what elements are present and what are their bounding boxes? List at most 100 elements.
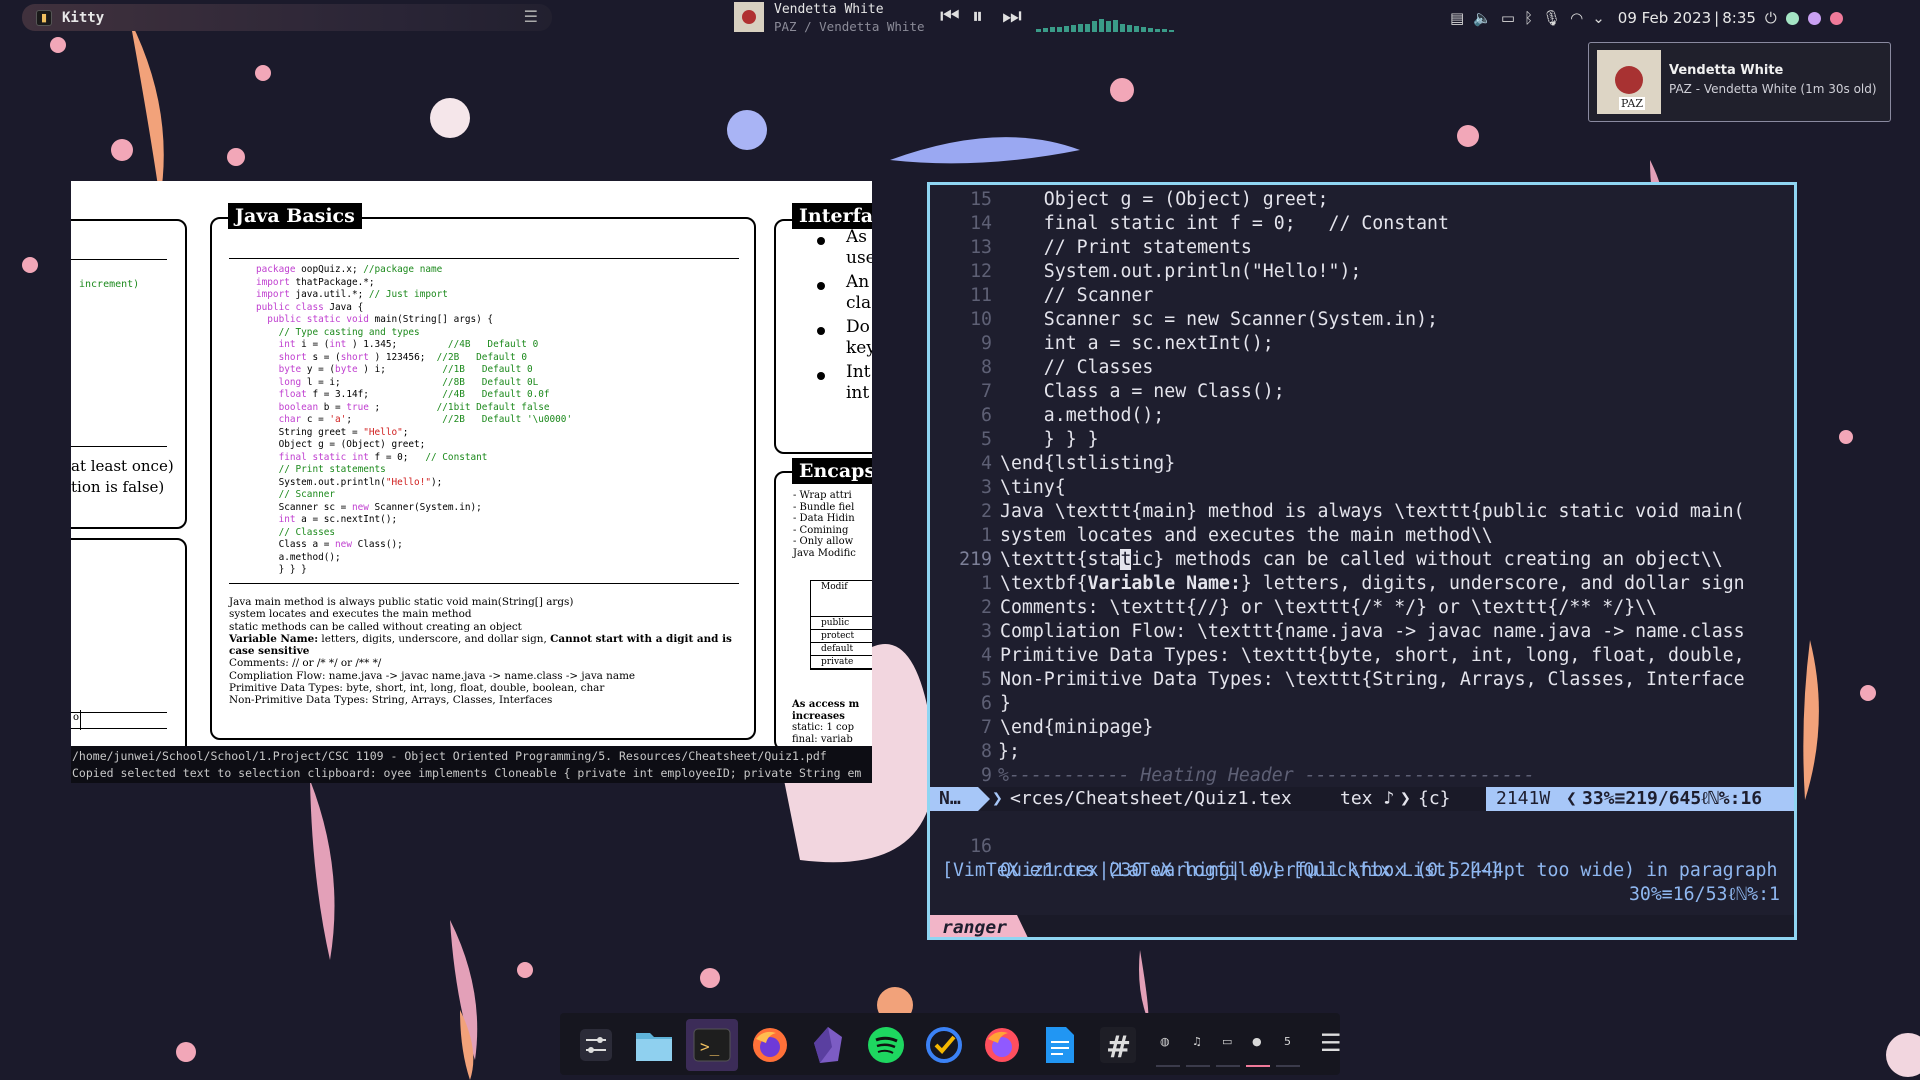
encaps-line: Java Modific <box>793 547 856 559</box>
battery-icon[interactable]: ▭ <box>1501 9 1515 27</box>
buffer-line[interactable]: system locates and executes the main met… <box>1000 524 1493 548</box>
kitty-tab-ranger[interactable]: ranger <box>930 915 1030 937</box>
buffer-line[interactable]: final static int f = 0; // Constant <box>1000 212 1449 236</box>
pdf-viewer-window[interactable]: increment) at least once) tion is false)… <box>71 181 872 783</box>
clipboard-icon[interactable]: ▤ <box>1450 9 1464 27</box>
workspace-1-globe-icon[interactable]: ◍ <box>1160 1035 1170 1048</box>
code-line: import java.util.*; // Just import <box>256 289 448 300</box>
bullet-dot <box>817 282 825 290</box>
buffer-line[interactable]: Class a = new Class(); <box>1000 380 1285 404</box>
obsidian-icon[interactable] <box>802 1019 854 1071</box>
buffer-line[interactable]: a.method(); <box>1000 404 1164 428</box>
buffer-line[interactable]: // Scanner <box>1000 284 1154 308</box>
todo-icon[interactable] <box>918 1019 970 1071</box>
buffer-line[interactable]: } <box>1000 692 1011 716</box>
table-cell: public <box>811 617 872 630</box>
buffer-line[interactable]: \end{minipage} <box>1000 716 1153 740</box>
spotify-icon[interactable] <box>860 1019 912 1071</box>
time-text[interactable]: 8:35 <box>1722 9 1756 27</box>
encaps-line: - Comining <box>793 524 849 536</box>
line-number: 6 <box>981 693 992 714</box>
left-fragment-text-2: tion is false) <box>71 478 165 496</box>
firefox-dev-icon[interactable] <box>976 1019 1028 1071</box>
menu-lines-icon[interactable]: ☰ <box>1320 1029 1342 1057</box>
notification-title: Vendetta White <box>1669 63 1784 78</box>
hamburger-menu-icon[interactable]: ☰ <box>524 7 538 26</box>
workspace-3-monitor-icon[interactable]: ▭ <box>1222 1035 1232 1048</box>
buffer-line[interactable]: Comments: \texttt{//} or \texttt{/* */} … <box>1000 596 1657 620</box>
buffer-line[interactable]: \textbf{Variable Name:} letters, digits,… <box>1000 572 1745 596</box>
para-line: system locates and executes the main met… <box>229 608 472 621</box>
workspace-2-music-icon[interactable]: ♫ <box>1192 1035 1202 1048</box>
kitty-terminal-window[interactable]: 15 Object g = (Object) greet; 14 final st… <box>927 182 1797 940</box>
pdf-status-message: Copied selected text to selection clipbo… <box>72 766 862 780</box>
quickfix-status-right: 30%≡16/53ℓℕ%:1 <box>1628 884 1780 905</box>
line-number: 9 <box>981 333 992 354</box>
date-text[interactable]: 09 Feb 2023 <box>1618 9 1711 27</box>
code-line: import thatPackage.*; <box>256 276 375 288</box>
buffer-line[interactable]: Non-Primitive Data Types: \texttt{String… <box>1000 668 1745 692</box>
buffer-line[interactable]: System.out.println("Hello!"); <box>1000 260 1362 284</box>
code-line: byte y = (byte ) i; //1B Default 0 <box>278 364 533 375</box>
buffer-line[interactable]: Compliation Flow: \texttt{name.java -> j… <box>1000 620 1745 644</box>
slack-hash-icon[interactable]: # <box>1092 1019 1144 1071</box>
encaps-footer-line: As access m <box>792 699 860 710</box>
buffer-line[interactable]: \texttt{static} methods can be called wi… <box>1000 548 1723 572</box>
buffer-line[interactable]: } } } <box>1000 428 1099 452</box>
terminal-icon[interactable]: >_ <box>686 1019 738 1071</box>
workspace-4-terminal-icon[interactable]: ● <box>1252 1035 1262 1048</box>
active-window-title[interactable]: ▮ Kitty ☰ <box>22 4 552 31</box>
volume-icon[interactable]: 🔈 <box>1473 9 1492 27</box>
files-icon[interactable] <box>628 1019 680 1071</box>
table-cell: Modif <box>811 581 872 617</box>
docs-icon[interactable] <box>1034 1019 1086 1071</box>
pdf-statusbar: /home/junwei/School/School/1.Project/CSC… <box>71 746 872 783</box>
pause-icon[interactable]: ⏸ <box>972 4 983 30</box>
top-bar: ▮ Kitty ☰ Vendetta White PAZ / Vendetta … <box>0 0 1920 36</box>
buffer-line[interactable]: %----------- Heating Header ------------… <box>998 764 1535 788</box>
line-number: 6 <box>981 405 992 426</box>
settings-icon[interactable] <box>570 1019 622 1071</box>
music-notification[interactable]: PAZ Vendetta White PAZ - Vendetta White … <box>1588 42 1891 122</box>
buffer-line[interactable]: \tiny{ <box>1000 476 1066 500</box>
code-line: // Type casting and types <box>278 326 420 338</box>
line-number: 1 <box>981 525 992 546</box>
buffer-line[interactable]: int a = sc.nextInt(); <box>1000 332 1274 356</box>
buffer-line[interactable]: }; <box>998 740 1020 764</box>
buffer-line[interactable]: Java \texttt{main} method is always \tex… <box>1000 500 1745 524</box>
bullet-text: As <box>846 227 868 247</box>
java-notes-paragraph[interactable]: Java main method is always public static… <box>229 596 739 707</box>
buffer-line[interactable]: Object g = (Object) greet; <box>1000 188 1329 212</box>
status-dot-red[interactable] <box>1829 11 1843 25</box>
java-code-listing[interactable]: package oopQuiz.x; //package name import … <box>256 264 572 577</box>
left-fragment-code: increment) <box>79 279 140 290</box>
line-number: 15 <box>970 189 992 210</box>
code-line: final static int f = 0; // Constant <box>278 451 488 463</box>
buffer-line[interactable]: // Print statements <box>1000 236 1252 260</box>
previous-track-icon[interactable]: ⏮ <box>940 4 960 30</box>
bluetooth-icon[interactable]: ᛒ <box>1524 9 1533 27</box>
buffer-line[interactable]: // Classes <box>1000 356 1154 380</box>
wifi-icon[interactable]: ◠ <box>1570 9 1583 27</box>
buffer-line[interactable]: \end{lstlisting} <box>1000 452 1175 476</box>
line-number: 11 <box>970 285 992 306</box>
status-dot-green[interactable] <box>1785 11 1799 25</box>
para-line: Comments: // or /* */ or /** */ <box>229 657 382 670</box>
buffer-line[interactable]: Primitive Data Types: \texttt{byte, shor… <box>1000 644 1745 668</box>
line-number: 7 <box>981 717 992 738</box>
firefox-icon[interactable] <box>744 1019 796 1071</box>
bullet-text: key <box>846 338 872 358</box>
bullet-text: cla <box>846 293 872 313</box>
code-line: // Print statements <box>278 464 386 475</box>
bullet-dot <box>817 327 825 335</box>
workspace-5-label[interactable]: 5 <box>1284 1035 1291 1048</box>
power-icon[interactable]: ⏻ <box>1765 9 1777 27</box>
pdf-file-path: /home/junwei/School/School/1.Project/CSC… <box>72 749 827 763</box>
microphone-muted-icon[interactable]: 🎙 <box>1542 9 1561 27</box>
buffer-line[interactable]: Scanner sc = new Scanner(System.in); <box>1000 308 1438 332</box>
quickfix-status-left: [VimTeX errors (LaTeX logfile)] [Quickfi… <box>942 860 1501 881</box>
status-dot-purple[interactable] <box>1807 11 1821 25</box>
chevron-down-icon[interactable]: ⌄ <box>1592 9 1605 27</box>
next-track-icon[interactable]: ⏭ <box>1002 4 1022 30</box>
track-title: Vendetta White <box>774 2 884 17</box>
